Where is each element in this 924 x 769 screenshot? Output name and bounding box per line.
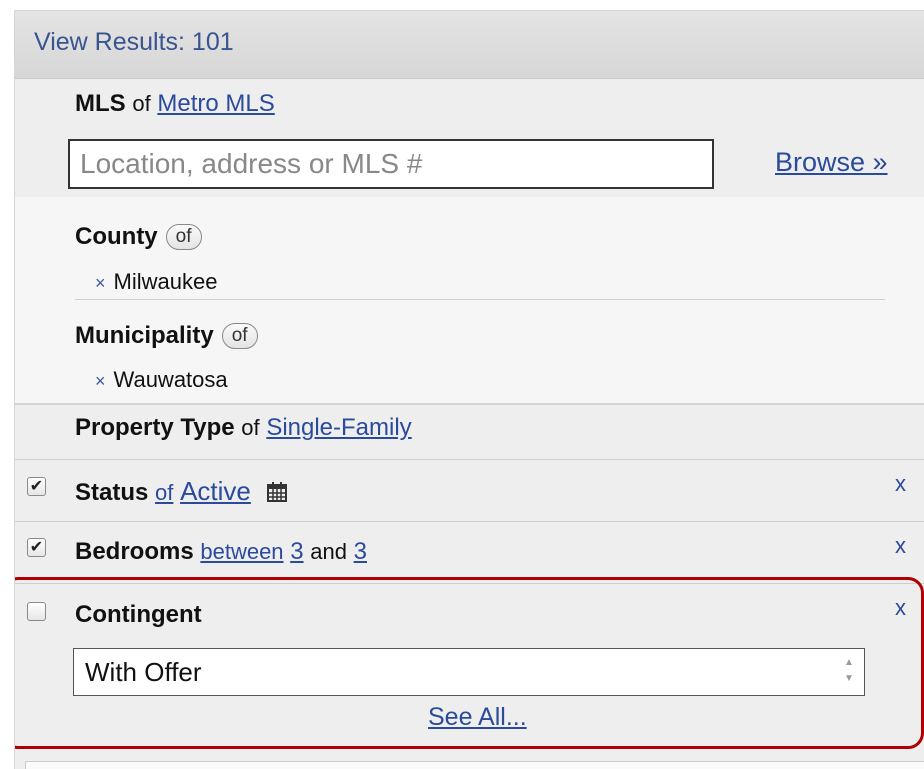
- see-all-link[interactable]: See All...: [428, 703, 527, 732]
- bedrooms-label: Bedrooms: [75, 538, 194, 565]
- property-type-row: Property Type of Single-Family: [75, 414, 412, 442]
- remove-municipality-icon[interactable]: ×: [95, 371, 106, 391]
- bedrooms-and: and: [310, 539, 347, 564]
- municipality-item-wauwatosa: × Wauwatosa: [95, 367, 228, 393]
- status-value-link[interactable]: Active: [180, 476, 251, 506]
- contingent-label: Contingent: [75, 601, 202, 628]
- contingent-row: Contingent: [75, 601, 202, 629]
- property-type-label: Property Type: [75, 414, 235, 441]
- next-section-box: [25, 761, 924, 769]
- contingent-selected-value: With Offer: [85, 657, 202, 687]
- geo-divider: [75, 299, 885, 300]
- divider: [15, 583, 924, 584]
- bedrooms-max-link[interactable]: 3: [354, 538, 367, 565]
- checkmark-icon: ✔: [29, 478, 44, 495]
- location-search-input[interactable]: [68, 139, 714, 189]
- calendar-icon[interactable]: [266, 481, 288, 510]
- mls-value-link[interactable]: Metro MLS: [157, 90, 274, 117]
- mls-of: of: [132, 91, 151, 116]
- divider: [15, 521, 924, 522]
- remove-bedrooms-button[interactable]: x: [895, 533, 906, 559]
- county-filter: County of: [75, 223, 202, 251]
- spinner-up-icon[interactable]: ▲: [842, 655, 856, 671]
- contingent-select[interactable]: With Offer ▲ ▼: [73, 648, 865, 696]
- browse-link[interactable]: Browse »: [775, 147, 888, 178]
- remove-county-icon[interactable]: ×: [95, 273, 106, 293]
- remove-status-button[interactable]: x: [895, 471, 906, 497]
- status-of-link[interactable]: of: [155, 480, 173, 505]
- divider: [15, 459, 924, 460]
- property-type-of: of: [241, 415, 260, 440]
- status-checkbox[interactable]: ✔: [27, 477, 46, 496]
- bedrooms-min-link[interactable]: 3: [290, 538, 303, 565]
- bedrooms-between-link[interactable]: between: [200, 539, 283, 564]
- bedrooms-row: Bedrooms between 3 and 3: [75, 538, 367, 566]
- municipality-label: Municipality: [75, 322, 214, 349]
- view-results-label[interactable]: View Results: 101: [34, 28, 234, 57]
- municipality-of-toggle[interactable]: of: [221, 323, 258, 349]
- property-type-value-link[interactable]: Single-Family: [266, 414, 411, 441]
- municipality-filter: Municipality of: [75, 322, 258, 350]
- spinner-down-icon[interactable]: ▼: [842, 671, 856, 687]
- contingent-checkbox[interactable]: [27, 602, 46, 621]
- bedrooms-checkbox[interactable]: ✔: [27, 538, 46, 557]
- checkmark-icon: ✔: [29, 539, 44, 556]
- status-label: Status: [75, 479, 149, 506]
- remove-contingent-button[interactable]: x: [895, 595, 906, 621]
- municipality-item-label: Wauwatosa: [113, 367, 228, 392]
- county-of-toggle[interactable]: of: [165, 224, 202, 250]
- search-filter-panel: View Results: 101 MLS of Metro MLS Brows…: [14, 10, 924, 769]
- county-item-milwaukee: × Milwaukee: [95, 269, 217, 295]
- county-label: County: [75, 223, 158, 250]
- status-row: Status of Active: [75, 476, 288, 510]
- results-header[interactable]: View Results: 101: [15, 11, 924, 79]
- county-item-label: Milwaukee: [113, 269, 218, 294]
- mls-label: MLS: [75, 90, 126, 117]
- geography-box: County of × Milwaukee Municipality of × Wauw…: [15, 197, 924, 405]
- spinner-control[interactable]: ▲ ▼: [842, 655, 856, 689]
- mls-row: MLS of Metro MLS: [75, 90, 275, 118]
